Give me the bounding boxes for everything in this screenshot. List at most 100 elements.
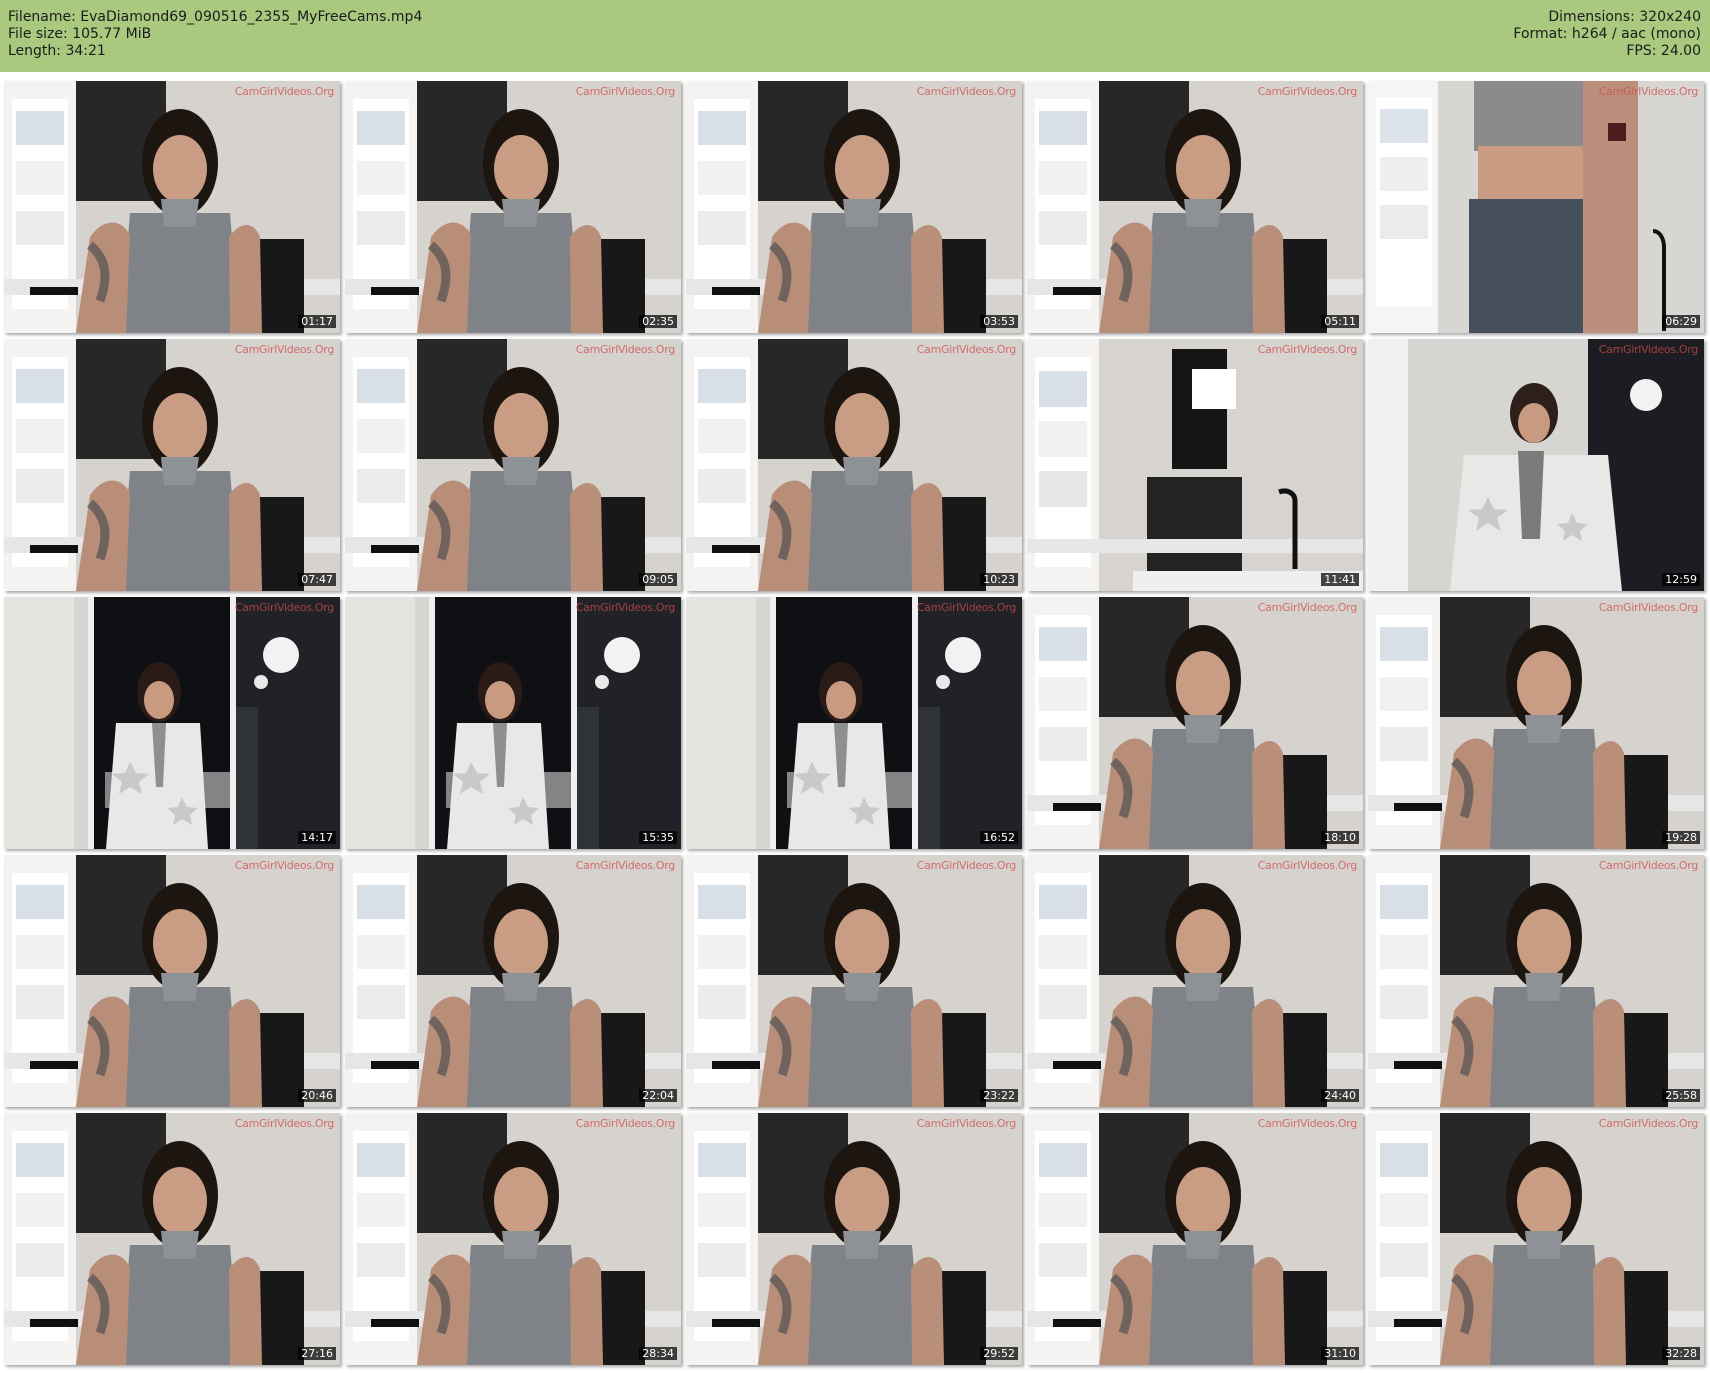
video-frame-desk bbox=[4, 855, 340, 1107]
fps-text: FPS: 24.00 bbox=[1626, 43, 1701, 59]
video-frame-empty-chair bbox=[1027, 339, 1363, 591]
timestamp-label: 09:05 bbox=[639, 573, 677, 586]
format-text: Format: h264 / aac (mono) bbox=[1513, 26, 1701, 42]
watermark-text: CamGirlVideos.Org bbox=[234, 601, 335, 614]
video-thumbnail: CamGirlVideos.Org 16:52 bbox=[686, 597, 1022, 849]
timestamp-label: 15:35 bbox=[639, 831, 677, 844]
video-thumbnail: CamGirlVideos.Org 05:11 bbox=[1027, 81, 1363, 333]
thumbnail-grid: CamGirlVideos.Org 01:17 CamGirlVideos.Or… bbox=[0, 81, 1710, 1373]
watermark-text: CamGirlVideos.Org bbox=[916, 1117, 1017, 1130]
watermark-text: CamGirlVideos.Org bbox=[916, 343, 1017, 356]
video-frame-desk bbox=[345, 339, 681, 591]
video-frame-desk bbox=[686, 81, 1022, 333]
timestamp-label: 03:53 bbox=[980, 315, 1018, 328]
watermark-text: CamGirlVideos.Org bbox=[575, 859, 676, 872]
video-thumbnail: CamGirlVideos.Org 06:29 bbox=[1368, 81, 1704, 333]
timestamp-label: 11:41 bbox=[1321, 573, 1359, 586]
filename-text: Filename: EvaDiamond69_090516_2355_MyFre… bbox=[8, 9, 423, 25]
video-frame-desk bbox=[345, 1113, 681, 1365]
timestamp-label: 29:52 bbox=[980, 1347, 1018, 1360]
watermark-text: CamGirlVideos.Org bbox=[1598, 859, 1699, 872]
file-size-text: File size: 105.77 MiB bbox=[8, 26, 152, 42]
video-thumbnail: CamGirlVideos.Org 14:17 bbox=[4, 597, 340, 849]
timestamp-label: 16:52 bbox=[980, 831, 1018, 844]
video-frame-desk bbox=[1368, 855, 1704, 1107]
video-thumbnail: CamGirlVideos.Org 22:04 bbox=[345, 855, 681, 1107]
video-thumbnail: CamGirlVideos.Org 27:16 bbox=[4, 1113, 340, 1365]
watermark-text: CamGirlVideos.Org bbox=[234, 1117, 335, 1130]
contact-sheet-header: Filename: EvaDiamond69_090516_2355_MyFre… bbox=[0, 0, 1710, 72]
watermark-text: CamGirlVideos.Org bbox=[916, 601, 1017, 614]
video-frame-desk bbox=[1027, 81, 1363, 333]
video-thumbnail: CamGirlVideos.Org 09:05 bbox=[345, 339, 681, 591]
watermark-text: CamGirlVideos.Org bbox=[234, 859, 335, 872]
timestamp-label: 10:23 bbox=[980, 573, 1018, 586]
timestamp-label: 01:17 bbox=[298, 315, 336, 328]
video-frame-desk bbox=[686, 1113, 1022, 1365]
watermark-text: CamGirlVideos.Org bbox=[234, 85, 335, 98]
watermark-text: CamGirlVideos.Org bbox=[575, 1117, 676, 1130]
timestamp-label: 23:22 bbox=[980, 1089, 1018, 1102]
watermark-text: CamGirlVideos.Org bbox=[575, 601, 676, 614]
video-frame-desk bbox=[345, 81, 681, 333]
video-frame-desk bbox=[4, 1113, 340, 1365]
dimensions-text: Dimensions: 320x240 bbox=[1548, 9, 1701, 25]
timestamp-label: 02:35 bbox=[639, 315, 677, 328]
timestamp-label: 19:28 bbox=[1662, 831, 1700, 844]
watermark-text: CamGirlVideos.Org bbox=[575, 343, 676, 356]
video-frame-robe-close bbox=[1368, 339, 1704, 591]
length-text: Length: 34:21 bbox=[8, 43, 106, 59]
timestamp-label: 31:10 bbox=[1321, 1347, 1359, 1360]
video-thumbnail: CamGirlVideos.Org 15:35 bbox=[345, 597, 681, 849]
video-frame-desk bbox=[1368, 597, 1704, 849]
watermark-text: CamGirlVideos.Org bbox=[1598, 343, 1699, 356]
watermark-text: CamGirlVideos.Org bbox=[916, 85, 1017, 98]
video-thumbnail: CamGirlVideos.Org 29:52 bbox=[686, 1113, 1022, 1365]
video-frame-window-robe bbox=[4, 597, 340, 849]
video-thumbnail: CamGirlVideos.Org 18:10 bbox=[1027, 597, 1363, 849]
timestamp-label: 24:40 bbox=[1321, 1089, 1359, 1102]
video-thumbnail: CamGirlVideos.Org 28:34 bbox=[345, 1113, 681, 1365]
file-info-left: Filename: EvaDiamond69_090516_2355_MyFre… bbox=[8, 9, 422, 60]
timestamp-label: 32:28 bbox=[1662, 1347, 1700, 1360]
watermark-text: CamGirlVideos.Org bbox=[1257, 601, 1358, 614]
timestamp-label: 05:11 bbox=[1321, 315, 1359, 328]
file-info-right: Dimensions: 320x240 Format: h264 / aac (… bbox=[1513, 9, 1701, 60]
video-thumbnail: CamGirlVideos.Org 31:10 bbox=[1027, 1113, 1363, 1365]
video-frame-window-robe bbox=[345, 597, 681, 849]
video-thumbnail: CamGirlVideos.Org 10:23 bbox=[686, 339, 1022, 591]
watermark-text: CamGirlVideos.Org bbox=[1257, 85, 1358, 98]
watermark-text: CamGirlVideos.Org bbox=[1257, 859, 1358, 872]
timestamp-label: 20:46 bbox=[298, 1089, 336, 1102]
video-thumbnail: CamGirlVideos.Org 19:28 bbox=[1368, 597, 1704, 849]
timestamp-label: 28:34 bbox=[639, 1347, 677, 1360]
video-thumbnail: CamGirlVideos.Org 32:28 bbox=[1368, 1113, 1704, 1365]
video-thumbnail: CamGirlVideos.Org 11:41 bbox=[1027, 339, 1363, 591]
timestamp-label: 18:10 bbox=[1321, 831, 1359, 844]
video-frame-desk bbox=[4, 81, 340, 333]
video-thumbnail: CamGirlVideos.Org 25:58 bbox=[1368, 855, 1704, 1107]
video-frame-desk bbox=[4, 339, 340, 591]
timestamp-label: 25:58 bbox=[1662, 1089, 1700, 1102]
video-frame-standing bbox=[1368, 81, 1704, 333]
video-thumbnail: CamGirlVideos.Org 02:35 bbox=[345, 81, 681, 333]
video-frame-desk bbox=[1027, 1113, 1363, 1365]
video-frame-desk bbox=[1027, 855, 1363, 1107]
timestamp-label: 07:47 bbox=[298, 573, 336, 586]
watermark-text: CamGirlVideos.Org bbox=[1257, 1117, 1358, 1130]
video-frame-desk bbox=[686, 339, 1022, 591]
timestamp-label: 12:59 bbox=[1662, 573, 1700, 586]
video-frame-desk bbox=[1027, 597, 1363, 849]
video-thumbnail: CamGirlVideos.Org 01:17 bbox=[4, 81, 340, 333]
watermark-text: CamGirlVideos.Org bbox=[1598, 85, 1699, 98]
watermark-text: CamGirlVideos.Org bbox=[1257, 343, 1358, 356]
video-thumbnail: CamGirlVideos.Org 12:59 bbox=[1368, 339, 1704, 591]
video-frame-desk bbox=[1368, 1113, 1704, 1365]
timestamp-label: 27:16 bbox=[298, 1347, 336, 1360]
video-thumbnail: CamGirlVideos.Org 23:22 bbox=[686, 855, 1022, 1107]
video-thumbnail: CamGirlVideos.Org 20:46 bbox=[4, 855, 340, 1107]
timestamp-label: 06:29 bbox=[1662, 315, 1700, 328]
watermark-text: CamGirlVideos.Org bbox=[234, 343, 335, 356]
video-thumbnail: CamGirlVideos.Org 24:40 bbox=[1027, 855, 1363, 1107]
video-frame-desk bbox=[686, 855, 1022, 1107]
